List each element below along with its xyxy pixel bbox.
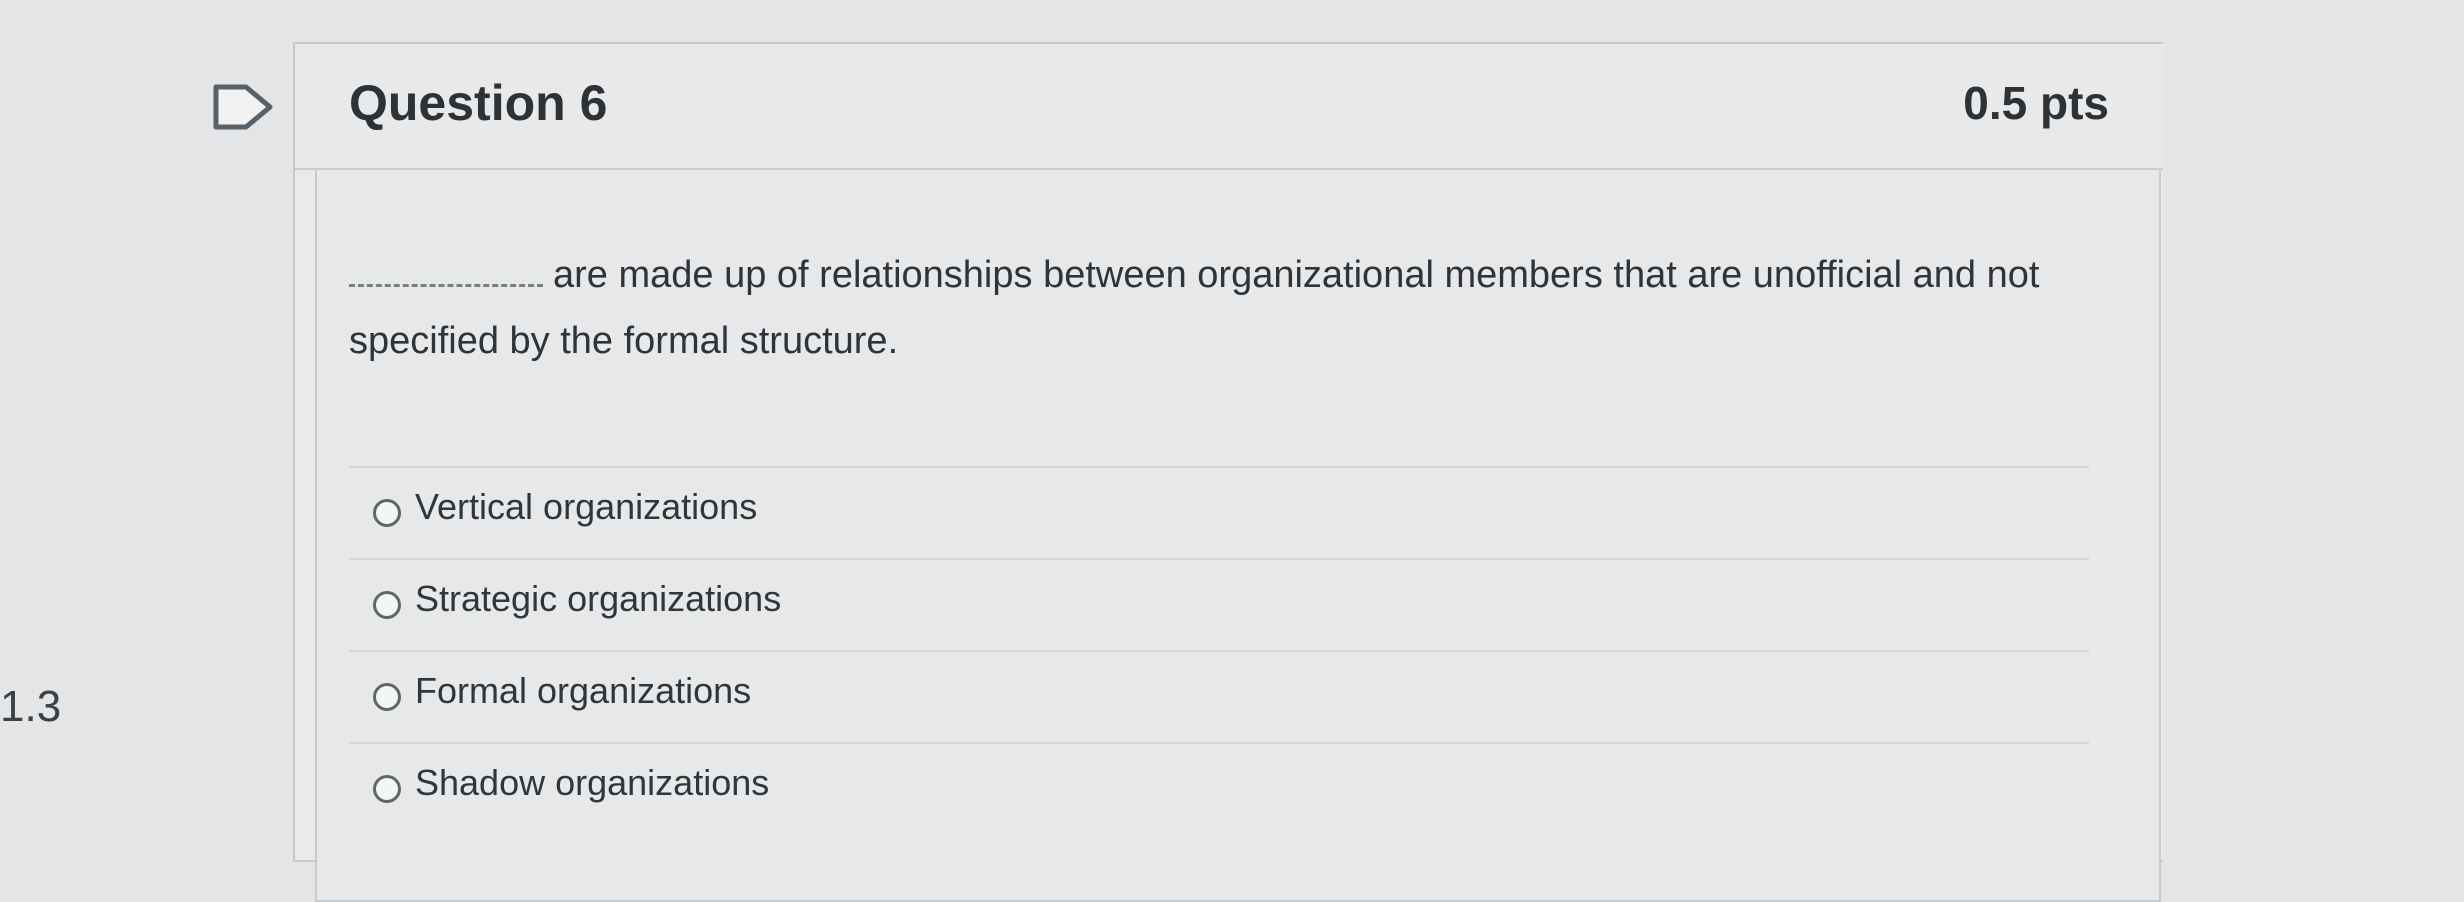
flag-icon (213, 84, 273, 130)
answer-option-shadow[interactable]: Shadow organizations (349, 744, 2089, 834)
question-card: Question 6 0.5 pts are made up of relati… (293, 42, 2163, 902)
radio-button[interactable] (373, 591, 401, 619)
question-header: Question 6 0.5 pts (295, 44, 2163, 170)
answer-list: Vertical organizations Strategic organiz… (349, 466, 2089, 834)
question-body: are made up of relationships between org… (315, 170, 2161, 902)
answer-option-vertical[interactable]: Vertical organizations (349, 468, 2089, 560)
radio-button[interactable] (373, 499, 401, 527)
radio-button[interactable] (373, 775, 401, 803)
flag-question-button[interactable] (212, 84, 278, 130)
answer-label[interactable]: Shadow organizations (415, 762, 769, 804)
answer-label[interactable]: Vertical organizations (415, 486, 757, 528)
question-prompt: are made up of relationships between org… (349, 242, 2069, 374)
question-points: 0.5 pts (1963, 77, 2109, 129)
fill-in-blank (349, 266, 543, 288)
answer-option-strategic[interactable]: Strategic organizations (349, 560, 2089, 652)
answer-label[interactable]: Formal organizations (415, 670, 751, 712)
radio-button[interactable] (373, 683, 401, 711)
side-question-number: 1.3 (0, 682, 62, 731)
answer-label[interactable]: Strategic organizations (415, 578, 781, 620)
question-text: are made up of relationships between org… (349, 254, 2040, 362)
question-title: Question 6 (349, 75, 608, 131)
answer-option-formal[interactable]: Formal organizations (349, 652, 2089, 744)
